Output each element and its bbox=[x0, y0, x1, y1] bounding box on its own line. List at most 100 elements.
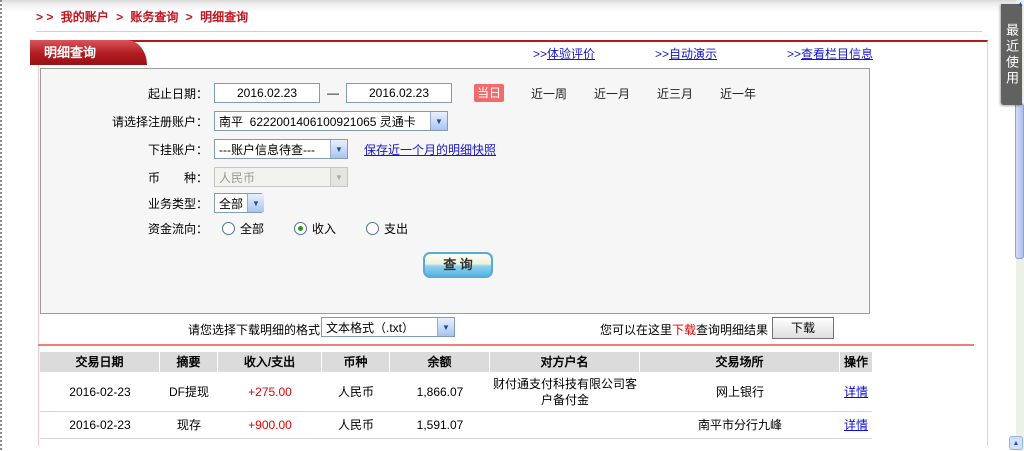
radio-flow-income[interactable] bbox=[294, 221, 308, 235]
header-divider bbox=[36, 31, 982, 32]
cell-channel: 南平市分行九峰 bbox=[697, 418, 782, 432]
scroll-up-arrow-icon[interactable]: ▲ bbox=[1017, 1, 1024, 8]
arrow-up-icon: ▲ bbox=[1012, 439, 1020, 447]
link-arrows: >> bbox=[533, 47, 548, 61]
registered-account-label: 请选择注册账户： bbox=[111, 114, 208, 129]
scroll-top-button[interactable]: ▲ bbox=[1009, 436, 1023, 450]
download-hint-link[interactable]: 下载 bbox=[672, 323, 696, 337]
breadcrumb-separator: > bbox=[116, 10, 124, 24]
date-range-row: 起止日期： — 当日 近一周 近一月 近三月 近一年 bbox=[41, 82, 869, 104]
header-date: 交易日期 bbox=[40, 352, 160, 372]
registered-account-row: 请选择注册账户： 南平 6222001406100921065 灵通卡 ▼ bbox=[41, 110, 869, 132]
header-balance: 余额 bbox=[390, 352, 490, 372]
cell-amount: +900.00 bbox=[248, 418, 292, 432]
quick-link-last-quarter[interactable]: 近三月 bbox=[657, 85, 693, 102]
cell-channel: 网上银行 bbox=[715, 385, 764, 399]
currency-label: 币 种： bbox=[147, 170, 208, 185]
quick-link-last-week[interactable]: 近一周 bbox=[531, 85, 567, 102]
link-arrows: >> bbox=[655, 47, 670, 61]
cell-date: 2016-02-23 bbox=[69, 418, 131, 432]
fund-flow-label: 资金流向： bbox=[147, 221, 208, 236]
table-row: 2016-02-23 现存 +900.00 人民币 1,591.07 南平市分行… bbox=[40, 412, 872, 439]
date-range-dash: — bbox=[327, 86, 339, 100]
start-date-input[interactable] bbox=[214, 83, 320, 103]
scrollbar-thumb[interactable] bbox=[1015, 103, 1024, 259]
cell-currency: 人民币 bbox=[337, 418, 374, 432]
fund-flow-row: 资金流向： 全部 收入 支出 bbox=[41, 217, 869, 239]
download-hint: 您可以在这里下载查询明细结果 bbox=[450, 321, 768, 338]
business-type-select[interactable]: 全部 ▼ bbox=[214, 193, 265, 213]
breadcrumb-item-my-account[interactable]: 我的账户 bbox=[61, 10, 109, 24]
breadcrumb-separator: > bbox=[185, 10, 193, 24]
download-hint-suffix: 查询明细结果 bbox=[695, 323, 768, 337]
cell-date: 2016-02-23 bbox=[69, 385, 131, 399]
header-currency: 币种 bbox=[322, 352, 390, 372]
link-experience-review[interactable]: >>体验评价 bbox=[533, 45, 595, 62]
currency-row: 币 种： 人民币 ▼ bbox=[41, 166, 869, 188]
radio-flow-expense-label[interactable]: 支出 bbox=[384, 220, 408, 237]
currency-select: 人民币 ▼ bbox=[214, 167, 348, 187]
sub-account-value: ---账户信息待查--- bbox=[219, 142, 315, 157]
business-type-label: 业务类型： bbox=[147, 196, 208, 211]
link-label: 自动演示 bbox=[669, 47, 718, 61]
download-hint-prefix: 您可以在这里 bbox=[599, 323, 672, 337]
cell-summary: 现存 bbox=[176, 418, 201, 432]
chevron-down-icon[interactable]: ▼ bbox=[430, 112, 447, 130]
cell-amount: +275.00 bbox=[248, 385, 292, 399]
header-amount: 收入/支出 bbox=[218, 352, 322, 372]
table-row: 2016-02-23 DF提现 +275.00 人民币 1,866.07 财付通… bbox=[40, 373, 872, 412]
tab-detail-query: 明细查询 bbox=[30, 40, 147, 65]
query-form: 起止日期： — 当日 近一周 近一月 近三月 近一年 请选择注册账户： 南平 6… bbox=[40, 68, 870, 314]
header-counterparty: 对方户名 bbox=[490, 352, 640, 372]
chevron-down-icon: ▼ bbox=[330, 168, 347, 186]
detail-link[interactable]: 详情 bbox=[840, 373, 872, 411]
radio-flow-expense[interactable] bbox=[366, 221, 380, 235]
radio-flow-all[interactable] bbox=[222, 221, 235, 235]
chevron-down-icon[interactable]: ▼ bbox=[330, 140, 347, 158]
breadcrumb-prefix: > > bbox=[36, 10, 54, 24]
detail-link[interactable]: 详情 bbox=[840, 412, 872, 438]
download-format-label: 请您选择下载明细的格式 bbox=[187, 323, 320, 337]
table-top-divider bbox=[38, 344, 974, 346]
radio-flow-income-label[interactable]: 收入 bbox=[312, 220, 336, 237]
header-action: 操作 bbox=[843, 355, 868, 369]
header-channel: 交易场所 bbox=[640, 352, 840, 372]
currency-value: 人民币 bbox=[219, 170, 256, 185]
link-label: 体验评价 bbox=[547, 47, 596, 61]
quick-link-last-year[interactable]: 近一年 bbox=[720, 85, 756, 102]
registered-account-value: 南平 6222001406100921065 灵通卡 bbox=[219, 114, 416, 129]
radio-flow-all-label[interactable]: 全部 bbox=[240, 220, 264, 237]
breadcrumb-item-account-query[interactable]: 账务查询 bbox=[130, 10, 178, 24]
today-button[interactable]: 当日 bbox=[474, 84, 504, 102]
save-snapshot-link[interactable]: 保存近一个月的明细快照 bbox=[364, 141, 496, 158]
header-summary: 摘要 bbox=[160, 352, 218, 372]
link-auto-demo[interactable]: >>自动演示 bbox=[655, 45, 717, 62]
end-date-input[interactable] bbox=[346, 83, 452, 103]
sub-account-label: 下挂账户： bbox=[147, 142, 208, 157]
download-button[interactable]: 下载 bbox=[772, 317, 834, 339]
download-format-value: 文本格式（.txt） bbox=[326, 320, 415, 335]
chevron-down-icon[interactable]: ▼ bbox=[247, 194, 265, 212]
date-range-label: 起止日期： bbox=[147, 86, 208, 101]
link-arrows: >> bbox=[787, 47, 802, 61]
download-format-select[interactable]: 文本格式（.txt） ▼ bbox=[321, 317, 455, 337]
cell-currency: 人民币 bbox=[337, 385, 374, 399]
breadcrumb-item-detail-query: 明细查询 bbox=[200, 10, 249, 24]
sub-account-select[interactable]: ---账户信息待查--- ▼ bbox=[214, 139, 348, 159]
link-label: 查看栏目信息 bbox=[801, 47, 874, 61]
query-button[interactable]: 查 询 bbox=[423, 252, 493, 278]
business-type-row: 业务类型： 全部 ▼ bbox=[41, 192, 869, 214]
recently-used-tab[interactable]: 最近使用 bbox=[1001, 4, 1022, 105]
window-edge-divider bbox=[0, 0, 2, 451]
transaction-table: 交易日期 摘要 收入/支出 币种 余额 对方户名 交易场所 操作 2016-02… bbox=[40, 352, 872, 439]
cell-summary: DF提现 bbox=[169, 385, 209, 399]
cell-balance: 1,591.07 bbox=[416, 418, 464, 432]
table-header-row: 交易日期 摘要 收入/支出 币种 余额 对方户名 交易场所 操作 bbox=[40, 352, 872, 373]
breadcrumb: > > 我的账户 > 账务查询 > 明细查询 bbox=[36, 8, 252, 25]
registered-account-select[interactable]: 南平 6222001406100921065 灵通卡 ▼ bbox=[214, 111, 448, 131]
cell-counterparty bbox=[490, 412, 640, 438]
cell-counterparty: 财付通支付科技有限公司客户备付金 bbox=[492, 377, 637, 407]
link-view-column-info[interactable]: >>查看栏目信息 bbox=[787, 45, 873, 62]
quick-link-last-month[interactable]: 近一月 bbox=[594, 85, 630, 102]
sub-account-row: 下挂账户： ---账户信息待查--- ▼ 保存近一个月的明细快照 bbox=[41, 138, 869, 160]
